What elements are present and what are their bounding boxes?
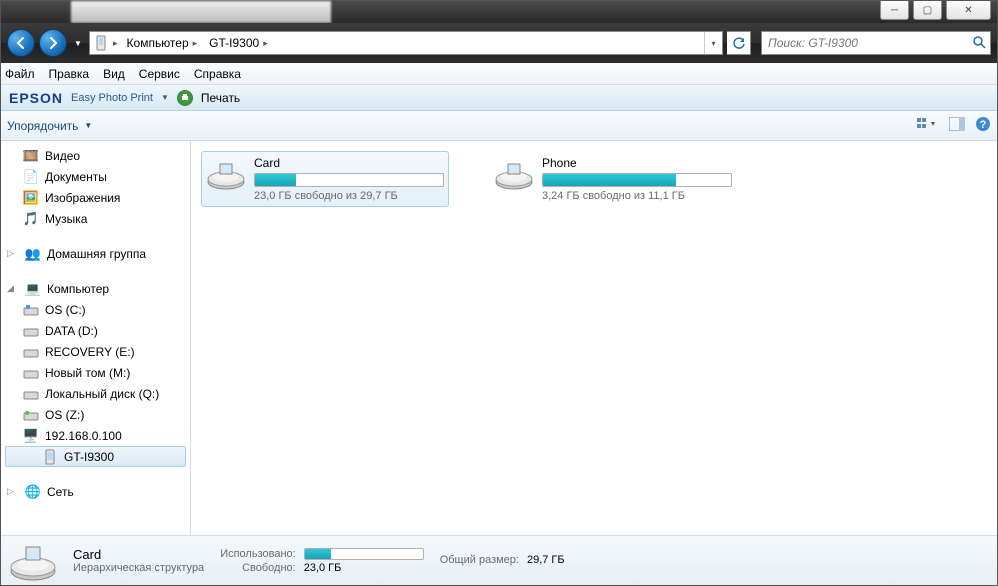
storage-bar bbox=[542, 173, 732, 187]
used-bar bbox=[304, 548, 424, 560]
navigation-bar: ▼ ▸ Компьютер▸ GT-I9300▸ ▾ bbox=[1, 23, 997, 63]
drive-icon bbox=[23, 302, 39, 318]
print-icon[interactable] bbox=[177, 90, 193, 106]
used-label: Использовано: bbox=[220, 548, 296, 560]
breadcrumb-device[interactable]: GT-I9300▸ bbox=[203, 32, 274, 54]
sidebar-item-os-c[interactable]: OS (C:) bbox=[1, 299, 190, 320]
address-bar[interactable]: ▸ Компьютер▸ GT-I9300▸ ▾ bbox=[89, 31, 723, 55]
search-icon[interactable] bbox=[972, 35, 986, 52]
navigation-pane[interactable]: 🎞️Видео 📄Документы 🖼️Изображения 🎵Музыка… bbox=[1, 141, 191, 535]
sidebar-item-ip[interactable]: 🖥️192.168.0.100 bbox=[1, 425, 190, 446]
documents-icon: 📄 bbox=[23, 169, 39, 185]
command-bar: Упорядочить ▼ ? bbox=[1, 111, 997, 141]
close-button[interactable]: ✕ bbox=[946, 1, 991, 20]
menu-file[interactable]: Файл bbox=[5, 67, 35, 81]
details-name: Card bbox=[73, 547, 204, 562]
drive-icon bbox=[494, 156, 534, 192]
sidebar-item-computer[interactable]: ◢💻Компьютер bbox=[1, 278, 190, 299]
device-icon bbox=[92, 35, 110, 51]
nav-history-dropdown[interactable]: ▼ bbox=[71, 33, 85, 53]
drive-icon bbox=[23, 365, 39, 381]
network-icon: 🌐 bbox=[25, 484, 41, 500]
video-icon: 🎞️ bbox=[23, 148, 39, 164]
address-dropdown[interactable]: ▾ bbox=[704, 32, 722, 54]
expand-icon[interactable]: ▷ bbox=[7, 486, 19, 497]
epson-easy-photo-label[interactable]: Easy Photo Print bbox=[71, 92, 153, 104]
sidebar-item-images[interactable]: 🖼️Изображения bbox=[1, 187, 190, 208]
drive-name: Phone bbox=[542, 156, 732, 170]
chevron-down-icon[interactable]: ▼ bbox=[161, 93, 169, 102]
view-options-button[interactable] bbox=[917, 116, 939, 135]
homegroup-icon: 👥 bbox=[25, 246, 41, 262]
computer-icon: 💻 bbox=[25, 281, 41, 297]
content-area[interactable]: Card 23,0 ГБ свободно из 29,7 ГБ Phone 3… bbox=[191, 141, 997, 535]
sidebar-item-music[interactable]: 🎵Музыка bbox=[1, 208, 190, 229]
epson-toolbar: EPSON Easy Photo Print ▼ Печать bbox=[1, 85, 997, 111]
sidebar-item-homegroup[interactable]: ▷👥Домашняя группа bbox=[1, 243, 190, 264]
details-pane: Card Иерархическая структура Использован… bbox=[1, 535, 997, 585]
epson-logo: EPSON bbox=[9, 90, 63, 106]
drive-free-label: 3,24 ГБ свободно из 11,1 ГБ bbox=[542, 190, 732, 202]
epson-print-label[interactable]: Печать bbox=[201, 91, 240, 105]
music-icon: 🎵 bbox=[23, 211, 39, 227]
chevron-down-icon[interactable]: ▼ bbox=[84, 121, 92, 130]
breadcrumb-computer[interactable]: Компьютер▸ bbox=[121, 32, 204, 54]
drive-free-label: 23,0 ГБ свободно из 29,7 ГБ bbox=[254, 190, 444, 202]
menu-view[interactable]: Вид bbox=[103, 67, 125, 81]
storage-bar bbox=[254, 173, 444, 187]
sidebar-item-local-q[interactable]: Локальный диск (Q:) bbox=[1, 383, 190, 404]
images-icon: 🖼️ bbox=[23, 190, 39, 206]
menu-edit[interactable]: Правка bbox=[49, 67, 90, 81]
drive-name: Card bbox=[254, 156, 444, 170]
drive-icon bbox=[23, 344, 39, 360]
refresh-button[interactable] bbox=[727, 31, 751, 55]
drive-item-card[interactable]: Card 23,0 ГБ свободно из 29,7 ГБ bbox=[201, 151, 449, 207]
sidebar-item-documents[interactable]: 📄Документы bbox=[1, 166, 190, 187]
preview-pane-button[interactable] bbox=[949, 117, 965, 134]
total-label: Общий размер: bbox=[440, 554, 519, 566]
drive-icon bbox=[9, 541, 57, 581]
sidebar-item-os-z[interactable]: OS (Z:) bbox=[1, 404, 190, 425]
menu-service[interactable]: Сервис bbox=[139, 67, 180, 81]
drive-icon bbox=[23, 323, 39, 339]
menu-bar: Файл Правка Вид Сервис Справка bbox=[1, 63, 997, 85]
sidebar-item-newvol-m[interactable]: Новый том (M:) bbox=[1, 362, 190, 383]
search-input[interactable] bbox=[766, 35, 972, 51]
help-button[interactable]: ? bbox=[975, 116, 991, 135]
network-computer-icon: 🖥️ bbox=[23, 428, 39, 444]
minimize-button[interactable]: ─ bbox=[880, 1, 909, 20]
sidebar-item-gti9300[interactable]: GT-I9300 bbox=[5, 446, 186, 467]
drive-item-phone[interactable]: Phone 3,24 ГБ свободно из 11,1 ГБ bbox=[489, 151, 737, 207]
sidebar-item-data-d[interactable]: DATA (D:) bbox=[1, 320, 190, 341]
expand-icon[interactable]: ▷ bbox=[7, 248, 19, 259]
network-drive-icon bbox=[23, 407, 39, 423]
sidebar-item-recovery-e[interactable]: RECOVERY (E:) bbox=[1, 341, 190, 362]
back-button[interactable] bbox=[7, 29, 35, 57]
search-box[interactable] bbox=[761, 31, 991, 55]
sidebar-item-video[interactable]: 🎞️Видео bbox=[1, 145, 190, 166]
chevron-right-icon[interactable]: ▸ bbox=[110, 38, 121, 49]
sidebar-item-network[interactable]: ▷🌐Сеть bbox=[1, 481, 190, 502]
phone-icon bbox=[42, 449, 58, 465]
organize-button[interactable]: Упорядочить bbox=[7, 119, 78, 133]
details-type: Иерархическая структура bbox=[73, 562, 204, 574]
total-value: 29,7 ГБ bbox=[527, 554, 565, 566]
drive-icon bbox=[23, 386, 39, 402]
free-label: Свободно: bbox=[220, 562, 296, 574]
forward-button[interactable] bbox=[39, 29, 67, 57]
drive-icon bbox=[206, 156, 246, 192]
free-value: 23,0 ГБ bbox=[304, 562, 424, 574]
menu-help[interactable]: Справка bbox=[194, 67, 241, 81]
svg-text:?: ? bbox=[980, 119, 987, 131]
collapse-icon[interactable]: ◢ bbox=[7, 283, 19, 294]
maximize-button[interactable]: ▢ bbox=[913, 1, 942, 20]
